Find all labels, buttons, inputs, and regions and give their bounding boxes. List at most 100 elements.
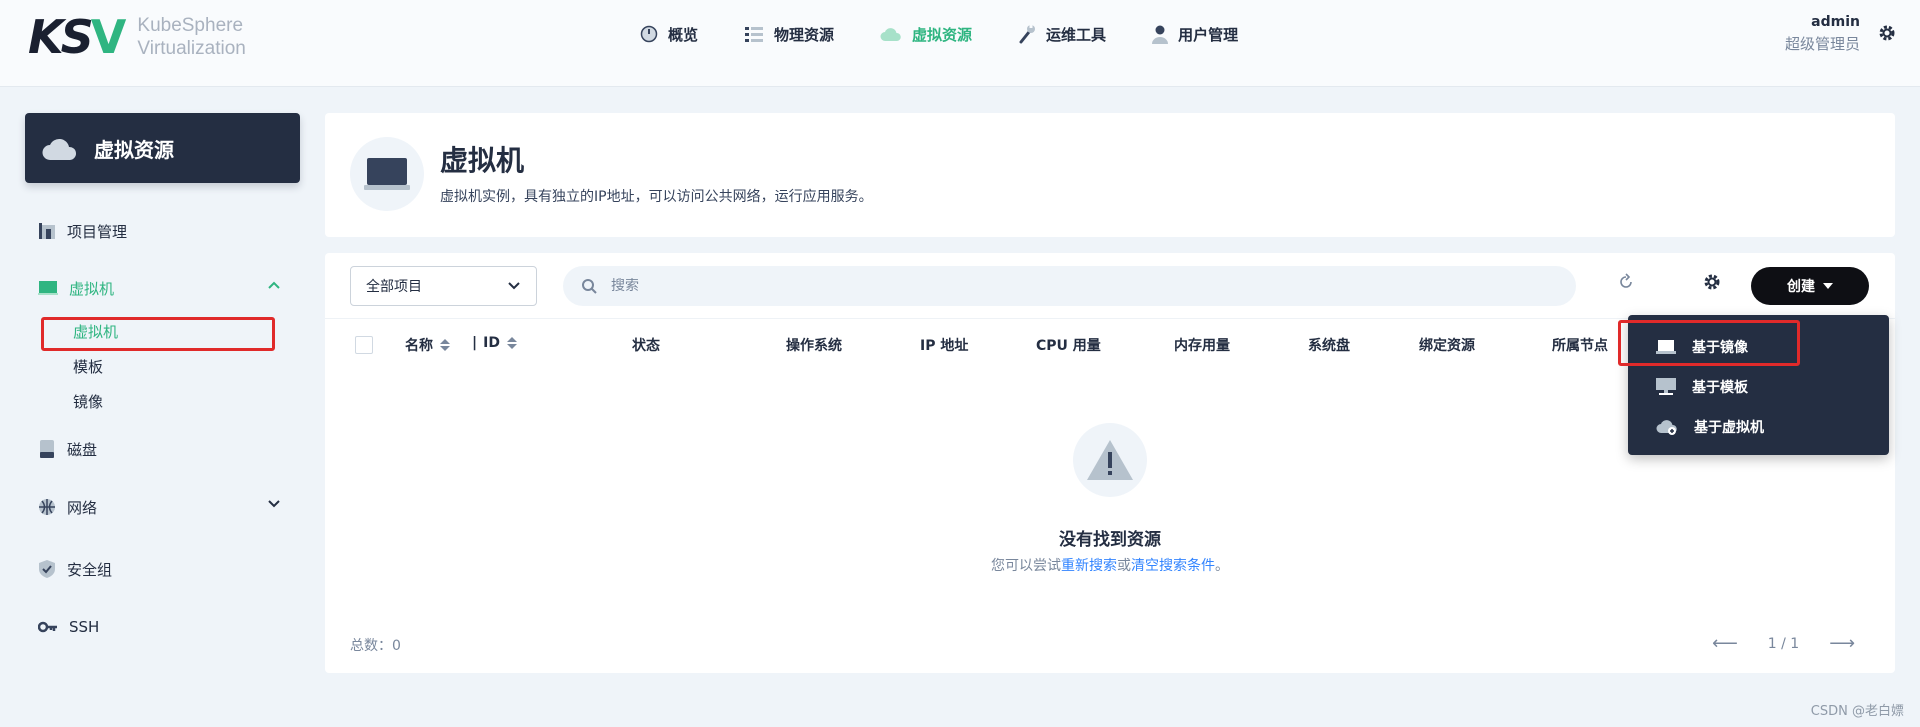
column-header-name[interactable]: 名称	[405, 335, 450, 355]
research-link[interactable]: 重新搜索	[1061, 558, 1117, 574]
pagination: ⟵ 1 / 1 ⟶	[1712, 633, 1855, 654]
empty-state-title: 没有找到资源	[1059, 530, 1161, 550]
sidebar-sub-label: 虚拟机	[73, 323, 119, 341]
wrench-icon	[1019, 24, 1036, 44]
nav-ops-label: 运维工具	[1046, 25, 1107, 44]
chevron-down-icon	[268, 500, 280, 508]
gear-icon[interactable]	[1703, 273, 1721, 291]
page-indicator: 1 / 1	[1767, 635, 1800, 652]
column-header-cpu: CPU 用量	[1036, 335, 1101, 355]
search-bar[interactable]	[563, 266, 1576, 306]
refresh-icon[interactable]	[1617, 273, 1635, 291]
cloud-icon	[880, 28, 901, 41]
disk-icon	[40, 440, 54, 458]
create-button-label: 创建	[1787, 279, 1815, 295]
sidebar-item-ssh[interactable]: SSH	[38, 614, 288, 640]
monitor-icon	[38, 281, 58, 295]
sidebar-sub-label: 镜像	[73, 393, 104, 411]
cloud-icon	[42, 138, 77, 160]
column-label: 名称	[405, 338, 433, 354]
sidebar-sub-label: 模板	[73, 358, 104, 376]
column-separator: |	[472, 335, 478, 351]
project-select[interactable]: 全部项目	[350, 266, 537, 306]
empty-desc-text: 您可以尝试	[991, 558, 1061, 574]
cloud-add-icon	[1656, 420, 1677, 435]
top-nav: 概览 物理资源 虚拟资源 运维工具 用户管理	[640, 20, 1284, 48]
sidebar-item-label: 虚拟机	[69, 279, 115, 298]
column-label: CPU 用量	[1036, 338, 1101, 354]
logo[interactable]: KSV KubeSphere Virtualization	[28, 14, 246, 60]
total-count: 总数：0	[350, 638, 401, 654]
user-icon	[1152, 25, 1169, 44]
nav-ops-tools[interactable]: 运维工具	[1018, 20, 1106, 48]
sidebar-title: 虚拟资源	[25, 113, 300, 183]
sidebar-sub-image[interactable]: 镜像	[73, 391, 103, 413]
sort-icon[interactable]	[440, 339, 450, 351]
settings-gear-icon[interactable]	[1878, 24, 1896, 42]
column-label: 绑定资源	[1419, 338, 1475, 354]
column-header-ip: IP 地址	[920, 335, 968, 355]
watermark: CSDN @老白嫖	[1810, 704, 1904, 719]
column-header-memory: 内存用量	[1174, 335, 1230, 355]
sidebar-item-disk[interactable]: 磁盘	[38, 436, 288, 462]
column-header-status: 状态	[632, 335, 660, 355]
sidebar-title-text: 虚拟资源	[94, 137, 174, 162]
warning-icon	[1087, 440, 1133, 480]
vm-banner-icon	[350, 137, 424, 211]
column-label: 系统盘	[1308, 338, 1350, 354]
sidebar-item-label: SSH	[69, 618, 100, 636]
nav-physical-label: 物理资源	[774, 25, 835, 44]
sidebar-item-projects[interactable]: 项目管理	[38, 218, 288, 244]
sidebar-item-vm[interactable]: 虚拟机	[38, 275, 288, 301]
logo-mark: KSV	[28, 10, 126, 64]
nav-overview[interactable]: 概览	[640, 20, 698, 48]
menu-item-label: 基于虚拟机	[1694, 420, 1764, 436]
nav-overview-label: 概览	[668, 25, 699, 44]
search-input[interactable]	[611, 278, 1511, 294]
empty-desc-text: 或	[1117, 558, 1131, 574]
nav-physical-resources[interactable]: 物理资源	[744, 20, 834, 48]
project-icon	[39, 223, 55, 239]
nav-virtual-label: 虚拟资源	[912, 25, 973, 44]
sidebar-item-label: 网络	[67, 498, 98, 517]
user-info[interactable]: admin 超级管理员	[1785, 12, 1860, 56]
prev-page-icon[interactable]: ⟵	[1712, 633, 1738, 654]
next-page-icon[interactable]: ⟶	[1829, 633, 1855, 654]
nav-virtual-resources[interactable]: 虚拟资源	[880, 20, 972, 48]
list-icon	[745, 27, 764, 42]
column-header-system-disk: 系统盘	[1308, 335, 1350, 355]
sidebar-item-network[interactable]: 网络	[38, 494, 288, 520]
laptop-icon	[1656, 340, 1676, 354]
column-header-bound-resources: 绑定资源	[1419, 335, 1475, 355]
empty-state-description: 您可以尝试重新搜索或清空搜索条件。	[325, 555, 1895, 575]
column-label: ID	[483, 335, 500, 351]
user-role: 超级管理员	[1784, 35, 1860, 53]
key-icon	[38, 621, 57, 633]
nav-user-management[interactable]: 用户管理	[1152, 20, 1238, 48]
create-from-template[interactable]: 基于模板	[1656, 375, 1748, 399]
monitor-icon	[364, 158, 410, 190]
table-toolbar: 全部项目 创建	[325, 253, 1895, 319]
sidebar-item-label: 项目管理	[67, 222, 128, 241]
column-label: 操作系统	[786, 338, 842, 354]
template-icon	[1656, 378, 1676, 395]
select-all-checkbox[interactable]	[355, 336, 373, 354]
column-header-node: 所属节点	[1552, 335, 1608, 355]
sidebar-item-security-group[interactable]: 安全组	[38, 556, 288, 582]
sidebar-sub-vm[interactable]: 虚拟机	[73, 321, 118, 343]
create-button[interactable]: 创建	[1751, 267, 1869, 305]
clear-search-link[interactable]: 清空搜索条件	[1131, 558, 1215, 574]
create-from-image[interactable]: 基于镜像	[1656, 335, 1748, 359]
create-from-vm[interactable]: 基于虚拟机	[1656, 415, 1764, 439]
nav-user-label: 用户管理	[1178, 25, 1239, 44]
logo-text: KubeSphere Virtualization	[137, 14, 245, 60]
page-banner: 虚拟机 虚拟机实例，具有独立的IP地址，可以访问公共网络，运行应用服务。	[325, 113, 1895, 237]
shield-icon	[39, 560, 55, 578]
sidebar-sub-template[interactable]: 模板	[73, 356, 103, 378]
logo-line-2: Virtualization	[137, 38, 246, 59]
column-header-os: 操作系统	[786, 335, 842, 355]
search-icon	[582, 279, 597, 294]
column-header-id[interactable]: | ID	[472, 335, 517, 351]
column-label: 内存用量	[1174, 338, 1230, 354]
sort-icon[interactable]	[506, 337, 517, 349]
